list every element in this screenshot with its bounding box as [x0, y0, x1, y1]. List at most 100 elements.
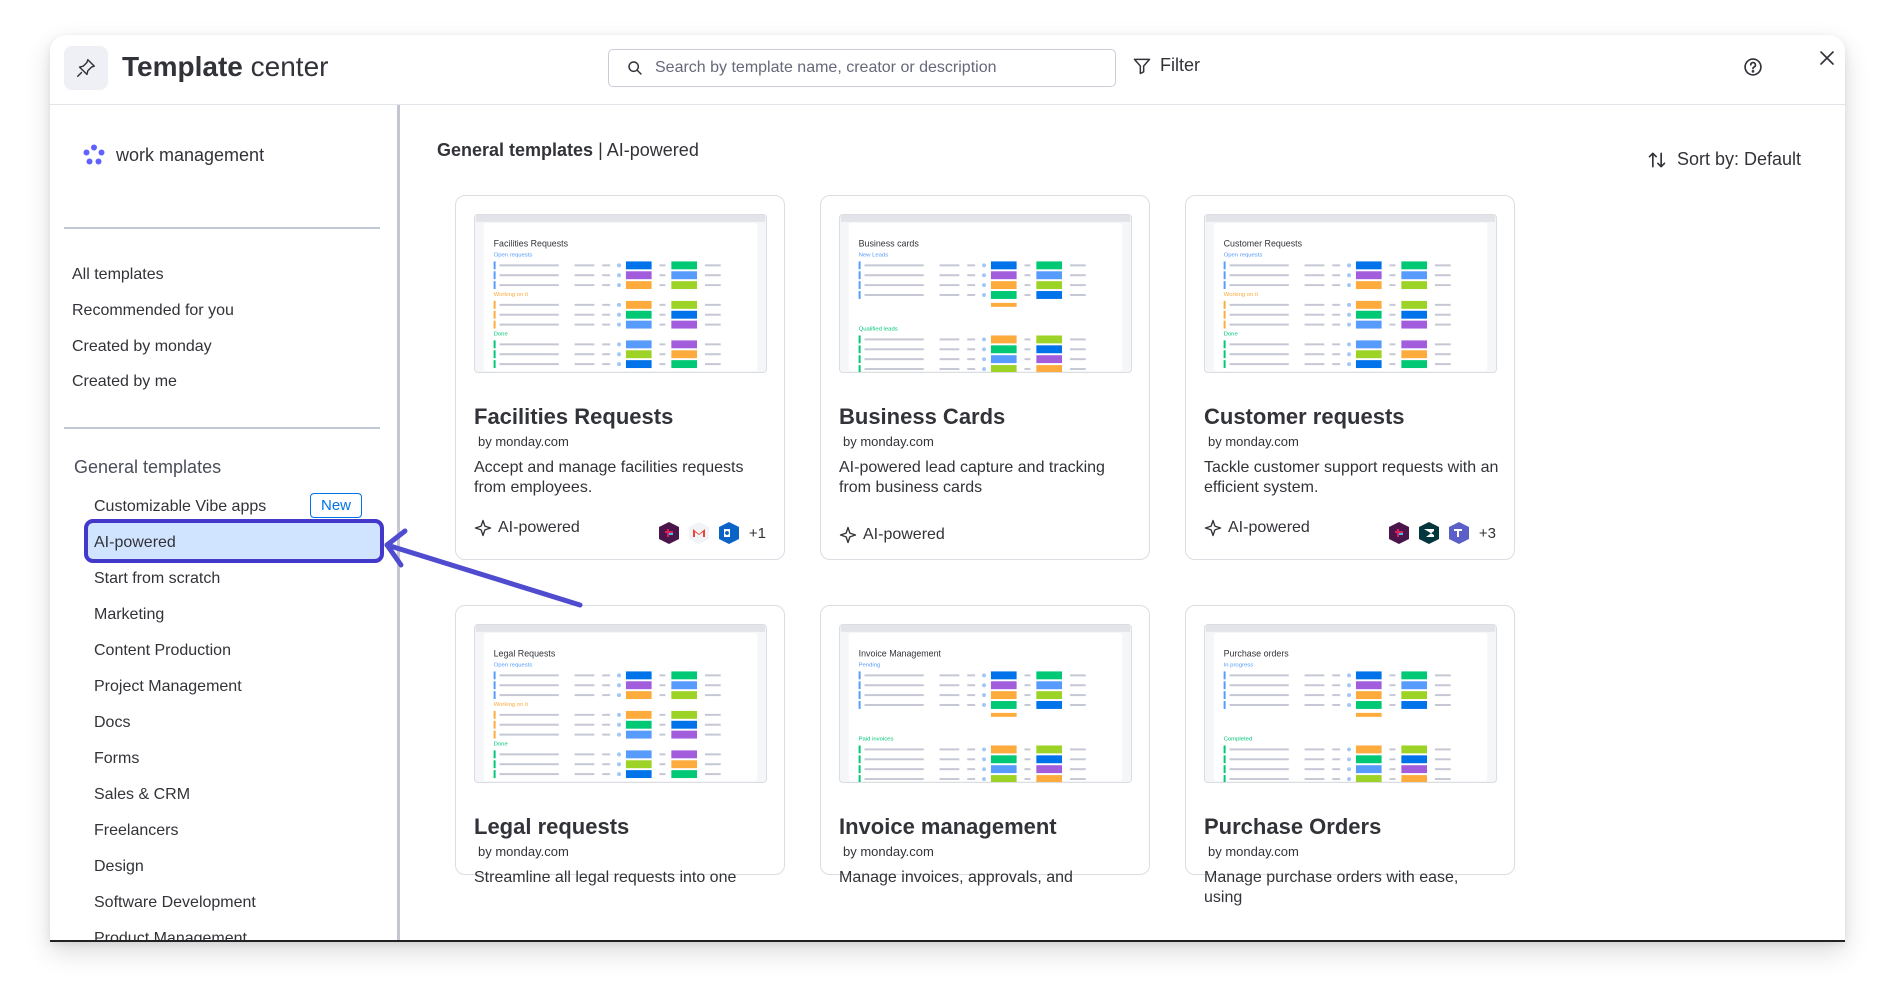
sort-label: Sort by: Default [1677, 149, 1802, 169]
sidebar-item-design[interactable]: Design [94, 858, 144, 876]
ai-powered-tag: AI-powered [1204, 519, 1310, 537]
breadcrumb-section: General templates [437, 140, 594, 160]
template-description: Streamline all legal requests into one [474, 869, 737, 886]
template-card[interactable]: Legal Requests Open requests Working on it… [455, 605, 785, 886]
template-title: Invoice management [839, 814, 1057, 839]
sidebar-item-docs[interactable]: Docs [94, 714, 130, 732]
page-title: Template center [122, 51, 328, 83]
svg-text:Open requests: Open requests [494, 252, 533, 258]
gmail-icon [687, 521, 711, 545]
svg-text:In progress: In progress [1224, 662, 1254, 668]
integrations: +1 [651, 521, 766, 545]
template-description: Manage purchase orders with ease, using [1204, 869, 1459, 906]
template-preview-board: Customer Requests Open requests Working on… [1205, 215, 1496, 372]
template-title: Business Cards [839, 404, 1006, 429]
sidebar-item-content-production[interactable]: Content Production [94, 642, 231, 660]
ai-powered-label: AI-powered [1228, 519, 1310, 536]
svg-text:New Leads: New Leads [859, 252, 889, 258]
template-preview-board: Legal Requests Open requests Working on it… [475, 625, 766, 782]
sidebar-divider [64, 427, 380, 429]
annotation-arrow [384, 528, 583, 608]
template-card-content: Business cards New Leads Qualified leads Bu… [821, 196, 1149, 536]
svg-text:Pending: Pending [859, 662, 881, 668]
template-preview: Invoice Management Pending Paid invoices [839, 624, 1132, 783]
breadcrumb-current: | AI-powered [598, 140, 699, 160]
page-title-rest: center [242, 51, 329, 82]
sort-button[interactable]: Sort by: Default [1647, 149, 1801, 170]
svg-text:Open requests: Open requests [1224, 252, 1263, 258]
help-icon[interactable] [1743, 57, 1763, 82]
template-card-content: Customer Requests Open requests Working on… [1186, 196, 1514, 536]
close-icon[interactable] [1818, 47, 1836, 73]
ai-powered-tag: AI-powered [839, 526, 945, 544]
page-title-bold: Template [122, 51, 243, 82]
sparkle-icon [1204, 519, 1222, 537]
svg-text:Completed: Completed [1224, 737, 1253, 743]
svg-text:Done: Done [494, 331, 509, 337]
sidebar-item-software-development[interactable]: Software Development [94, 894, 256, 912]
more-integrations-count: +1 [748, 524, 766, 542]
template-preview-board: Facilities Requests Open requests Working … [475, 215, 766, 372]
sidebar-item-customizable-vibe-apps[interactable]: Customizable Vibe apps [94, 498, 266, 516]
search-box[interactable] [608, 49, 1116, 87]
sidebar-item-ai-powered-label: AI-powered [94, 534, 176, 551]
template-title: Facilities Requests [474, 404, 674, 429]
sidebar-item-sales-crm[interactable]: Sales & CRM [94, 786, 190, 804]
template-creator: by monday.com [1208, 434, 1299, 449]
nav-created-by-me[interactable]: Created by me [72, 373, 177, 391]
search-input[interactable] [653, 58, 1083, 78]
filter-label: Filter [1160, 55, 1200, 75]
template-creator: by monday.com [478, 434, 569, 449]
template-preview: Legal Requests Open requests Working on it… [474, 624, 767, 783]
svg-text:Working on it: Working on it [494, 702, 529, 708]
sidebar-item-product-management[interactable]: Product Management [94, 930, 247, 940]
outlook-icon [717, 521, 741, 545]
search-icon [628, 61, 642, 75]
template-card-content: Purchase orders In progress Completed Purch… [1186, 606, 1514, 940]
slack-icon [1387, 521, 1411, 545]
template-title: Purchase Orders [1204, 814, 1382, 839]
teams-icon [1447, 521, 1471, 545]
template-card-content: Invoice Management Pending Paid invoices In… [821, 606, 1149, 940]
template-pin-icon [64, 46, 108, 90]
svg-text:Open requests: Open requests [494, 662, 533, 668]
work-management-logo-icon [83, 144, 105, 165]
template-description: Manage invoices, approvals, and [839, 869, 1073, 886]
template-card[interactable]: Customer Requests Open requests Working on… [1185, 195, 1515, 560]
svg-text:Qualified leads: Qualified leads [859, 327, 898, 333]
sidebar-divider [64, 227, 380, 229]
sidebar: work management All templates Recommende… [50, 105, 400, 940]
template-card[interactable]: Purchase orders In progress Completed Purch… [1185, 605, 1515, 906]
header: Template center Filter [50, 35, 1845, 105]
template-preview: Customer Requests Open requests Working on… [1204, 214, 1497, 373]
sidebar-item-start-from-scratch[interactable]: Start from scratch [94, 570, 220, 588]
workspace-switcher[interactable]: work management [82, 143, 264, 167]
template-creator: by monday.com [843, 844, 934, 859]
svg-text:Done: Done [1224, 331, 1239, 337]
sidebar-item-project-management[interactable]: Project Management [94, 678, 242, 696]
template-center-modal: Template center Filter [50, 35, 1845, 942]
svg-text:Invoice Management: Invoice Management [859, 649, 942, 659]
template-card[interactable]: Invoice Management Pending Paid invoices In… [820, 605, 1150, 886]
nav-created-by-monday[interactable]: Created by monday [72, 338, 212, 356]
more-integrations-count: +3 [1478, 524, 1496, 542]
svg-text:Business cards: Business cards [859, 239, 920, 249]
slack-icon [657, 521, 681, 545]
nav-all-templates[interactable]: All templates [72, 266, 164, 284]
svg-text:Legal Requests: Legal Requests [494, 649, 556, 659]
breadcrumb: General templates | AI-powered [437, 140, 699, 161]
sidebar-item-forms[interactable]: Forms [94, 750, 139, 768]
template-description: AI-powered lead capture and tracking fro… [839, 459, 1105, 496]
template-card-content: Legal Requests Open requests Working on it… [456, 606, 784, 940]
template-card[interactable]: Facilities Requests Open requests Working … [455, 195, 785, 560]
nav-recommended[interactable]: Recommended for you [72, 302, 234, 320]
template-title: Legal requests [474, 814, 630, 839]
new-badge: New [310, 493, 362, 518]
sidebar-item-freelancers[interactable]: Freelancers [94, 822, 178, 840]
template-creator: by monday.com [843, 434, 934, 449]
filter-button[interactable]: Filter [1132, 55, 1200, 76]
workspace-label: work management [116, 144, 265, 165]
template-card[interactable]: Business cards New Leads Qualified leads Bu… [820, 195, 1150, 560]
sidebar-item-marketing[interactable]: Marketing [94, 606, 164, 624]
svg-text:Done: Done [494, 741, 509, 747]
